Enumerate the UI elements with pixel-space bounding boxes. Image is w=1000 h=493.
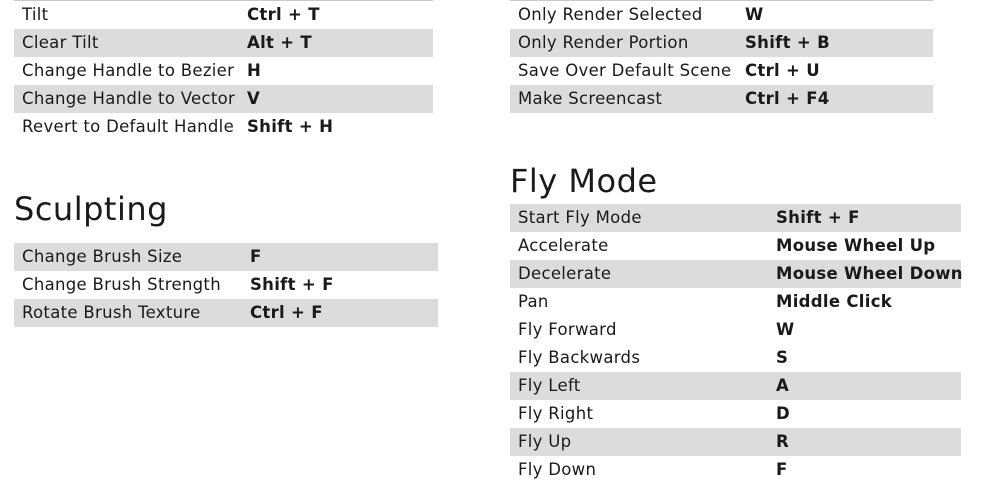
shortcut-key: Ctrl + U — [745, 61, 820, 80]
sculpting-shortcut-table: Change Brush Size F Change Brush Strengt… — [14, 243, 438, 327]
shortcut-key: W — [776, 320, 795, 339]
shortcut-key: Mouse Wheel Down — [776, 264, 963, 283]
shortcut-key: Shift + H — [247, 117, 334, 136]
shortcut-action: Make Screencast — [518, 89, 663, 108]
shortcut-action: Only Render Selected — [518, 5, 703, 24]
shortcut-key: F — [250, 247, 262, 266]
shortcut-key: Middle Click — [776, 292, 893, 311]
shortcut-key: Alt + T — [247, 33, 312, 52]
table-row: Change Handle to Bezier H — [14, 57, 433, 85]
fly-mode-shortcut-table: Start Fly Mode Shift + F Accelerate Mous… — [510, 204, 963, 484]
shortcut-key: W — [745, 5, 764, 24]
top-right-shortcut-table: Only Render Selected W Only Render Porti… — [510, 1, 933, 113]
shortcut-action: Change Handle to Bezier — [22, 61, 235, 80]
shortcut-action: Accelerate — [518, 236, 609, 255]
table-row: Make Screencast Ctrl + F4 — [510, 85, 933, 113]
shortcut-key: Ctrl + F4 — [745, 89, 830, 108]
shortcut-action: Save Over Default Scene — [518, 61, 732, 80]
top-left-shortcut-table: Tilt Ctrl + T Clear Tilt Alt + T Change … — [14, 1, 433, 141]
shortcut-action: Pan — [518, 292, 549, 311]
shortcut-key: A — [776, 376, 790, 395]
table-row: Revert to Default Handle Shift + H — [14, 113, 433, 141]
shortcut-key: Shift + B — [745, 33, 830, 52]
shortcut-key: F — [776, 460, 788, 479]
shortcut-key: Ctrl + F — [250, 303, 323, 322]
table-row: Fly Backwards S — [510, 344, 961, 372]
shortcut-key: Mouse Wheel Up — [776, 236, 936, 255]
shortcut-action: Change Handle to Vector — [22, 89, 236, 108]
fly-mode-heading: Fly Mode — [510, 162, 658, 200]
shortcut-key: Shift + F — [776, 208, 860, 227]
table-row: Decelerate Mouse Wheel Down — [510, 260, 963, 288]
shortcut-key: R — [776, 432, 790, 451]
shortcut-action: Revert to Default Handle — [22, 117, 235, 136]
shortcut-action: Change Brush Size — [22, 247, 183, 266]
table-row: Accelerate Mouse Wheel Up — [510, 232, 961, 260]
shortcut-action: Only Render Portion — [518, 33, 689, 52]
shortcut-action: Tilt — [22, 5, 49, 24]
shortcut-action: Change Brush Strength — [22, 275, 221, 294]
table-row: Clear Tilt Alt + T — [14, 29, 433, 57]
shortcut-key: D — [776, 404, 790, 423]
table-row: Change Handle to Vector V — [14, 85, 433, 113]
shortcut-action: Start Fly Mode — [518, 208, 642, 227]
shortcut-key: Ctrl + T — [247, 5, 320, 24]
shortcut-action: Clear Tilt — [22, 33, 99, 52]
table-row: Fly Down F — [510, 456, 961, 484]
table-row: Change Brush Size F — [14, 243, 438, 271]
shortcut-action: Decelerate — [518, 264, 612, 283]
table-row: Pan Middle Click — [510, 288, 961, 316]
shortcut-action: Fly Forward — [518, 320, 617, 339]
shortcut-key: H — [247, 61, 262, 80]
sculpting-heading: Sculpting — [14, 190, 168, 228]
table-row: Change Brush Strength Shift + F — [14, 271, 438, 299]
table-row: Fly Up R — [510, 428, 961, 456]
shortcut-action: Fly Down — [518, 460, 597, 479]
table-row: Tilt Ctrl + T — [14, 1, 433, 29]
shortcut-action: Fly Left — [518, 376, 581, 395]
table-row: Fly Right D — [510, 400, 961, 428]
table-row: Save Over Default Scene Ctrl + U — [510, 57, 933, 85]
table-row: Start Fly Mode Shift + F — [510, 204, 961, 232]
table-row: Rotate Brush Texture Ctrl + F — [14, 299, 438, 327]
table-row: Fly Left A — [510, 372, 961, 400]
shortcut-key: V — [247, 89, 261, 108]
shortcut-action: Fly Backwards — [518, 348, 641, 367]
table-row: Only Render Selected W — [510, 1, 933, 29]
shortcut-key: Shift + F — [250, 275, 334, 294]
shortcut-key: S — [776, 348, 789, 367]
table-row: Fly Forward W — [510, 316, 961, 344]
shortcut-action: Fly Up — [518, 432, 572, 451]
table-row: Only Render Portion Shift + B — [510, 29, 933, 57]
shortcut-action: Rotate Brush Texture — [22, 303, 201, 322]
shortcut-action: Fly Right — [518, 404, 594, 423]
